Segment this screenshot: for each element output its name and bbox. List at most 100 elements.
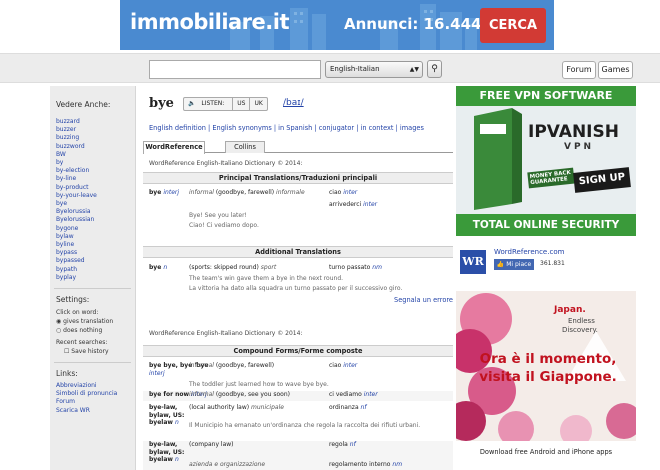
entry-definition: (local authority law) municipale: [189, 404, 284, 411]
entry-translation[interactable]: ciao inter: [329, 362, 357, 370]
immobiliare-banner-ad[interactable]: immobiliare.it Annunci: 16.444 CERCA: [120, 0, 554, 50]
see-also-link[interactable]: bypassed: [56, 257, 135, 265]
forum-button[interactable]: Forum: [562, 61, 596, 79]
see-also-link[interactable]: byplay: [56, 274, 135, 282]
vpn-ad-body: IPVANISH VPN MONEY BACK GUARANTEE SIGN U…: [456, 106, 636, 214]
entry-translation[interactable]: turno passato nm: [329, 264, 382, 272]
see-also-link[interactable]: buzzing: [56, 134, 135, 142]
wordreference-name[interactable]: WordReference.com: [494, 248, 564, 256]
entry-definition: informal (goodbye, farewell) informale: [189, 189, 305, 196]
speaker-icon[interactable]: 🔈 LISTEN:: [184, 98, 234, 110]
translation-row: bye-law, bylaw, US: byelaw n (company la…: [143, 441, 453, 470]
japan-headline-2: visita il Giappone.: [479, 369, 617, 385]
see-also-link[interactable]: bye: [56, 200, 135, 208]
page: immobiliare.it Annunci: 16.444 CERCA Eng…: [0, 0, 660, 470]
example-en: The team's win gave them a bye in the ne…: [189, 275, 344, 282]
listen-controls: 🔈 LISTEN: US UK: [183, 97, 268, 111]
additional-translations-header: Additional Translations: [143, 246, 453, 258]
entry-translation[interactable]: regolamento interno nm: [329, 461, 402, 469]
see-also-link[interactable]: Byelorussian: [56, 216, 135, 224]
compound-forms-header: Compound Forms/Forme composte: [143, 345, 453, 357]
see-also-link[interactable]: by-election: [56, 167, 135, 175]
see-also-link[interactable]: buzzer: [56, 126, 135, 134]
entry-translation[interactable]: ordinanza nf: [329, 404, 366, 412]
headword: bye: [149, 96, 174, 111]
translation-row: bye bye, bye 'bye interj informal (goodby…: [143, 362, 453, 382]
entry-definition: azienda e organizzazione: [189, 461, 266, 468]
dictionary-select-value: English-Italian: [330, 65, 380, 73]
search-input[interactable]: [149, 60, 321, 79]
dictionary-label: WordReference English-Italiano Dictionar…: [149, 160, 303, 167]
listen-label: LISTEN:: [201, 100, 225, 107]
see-also-link[interactable]: by-product: [56, 184, 135, 192]
recent-searches-label: Recent searches:: [56, 339, 108, 347]
dictionary-label: WordReference English-Italiano Dictionar…: [149, 330, 303, 337]
see-also-link[interactable]: bylaw: [56, 233, 135, 241]
see-also-link[interactable]: byline: [56, 241, 135, 249]
vpn-ad-footer: TOTAL ONLINE SECURITY: [456, 214, 636, 236]
select-arrows-icon: ▲▼: [409, 66, 419, 73]
save-history-checkbox[interactable]: ☐ Save history: [64, 347, 135, 356]
like-count: 361.831: [540, 260, 565, 267]
listen-uk-button[interactable]: UK: [250, 98, 266, 110]
cerca-button[interactable]: CERCA: [480, 8, 546, 43]
link-abbreviazioni[interactable]: Abbreviazioni: [56, 382, 135, 390]
link-simboli[interactable]: Simboli di pronuncia: [56, 390, 135, 398]
principal-translations-header: Principal Translations/Traduzioni princi…: [143, 172, 453, 184]
thumbs-up-icon: 👍: [496, 261, 505, 268]
download-apps-text[interactable]: Download free Android and iPhone apps: [456, 448, 636, 456]
listing-count: Annunci: 16.444: [344, 15, 482, 33]
link-forum[interactable]: Forum: [56, 398, 135, 406]
entry-word[interactable]: bye interj: [149, 189, 179, 197]
entry-translation[interactable]: arrivederci inter: [329, 201, 377, 209]
option-gives-translation[interactable]: ◉ gives translation: [56, 317, 135, 326]
like-button[interactable]: 👍 Mi piace: [494, 259, 534, 270]
entry-word[interactable]: bye n: [149, 264, 167, 272]
japan-brand: Japan.: [554, 305, 586, 315]
see-also-link[interactable]: bygone: [56, 225, 135, 233]
option-gives-translation-label: gives translation: [63, 318, 114, 326]
translation-row: bye n (sports: skipped round) sport turn…: [143, 264, 453, 274]
listen-us-button[interactable]: US: [233, 98, 251, 110]
entry-word[interactable]: bye-law, bylaw, US: byelaw n: [149, 441, 189, 464]
entry-word[interactable]: bye-law, bylaw, US: byelaw n: [149, 404, 189, 427]
see-also-link[interactable]: bypass: [56, 249, 135, 257]
example-it: Ciao! Ci vediamo dopo.: [189, 222, 259, 229]
tab-collins[interactable]: Collins: [225, 141, 265, 153]
see-also-link[interactable]: by-line: [56, 175, 135, 183]
entry-definition: informal (goodbye, farewell): [189, 362, 275, 369]
example-en: The toddler just learned how to wave bye…: [189, 381, 329, 388]
japan-tagline-2: Discovery.: [562, 326, 598, 334]
pronunciation-ipa[interactable]: /baɪ/: [283, 98, 304, 108]
japan-tourism-ad[interactable]: Japan. Endless Discovery. Ora è il momen…: [456, 291, 636, 441]
entry-translation[interactable]: ci vediamo inter: [329, 391, 378, 399]
entry-definition: informal (goodbye, see you soon): [189, 391, 290, 398]
tab-wordreference[interactable]: WordReference: [143, 141, 205, 154]
see-also-link[interactable]: by: [56, 159, 135, 167]
see-also-link[interactable]: bypath: [56, 266, 135, 274]
example-it: La vittoria ha dato alla squadra un turn…: [189, 285, 403, 292]
japan-tagline-1: Endless: [568, 317, 595, 325]
see-also-link[interactable]: buzzword: [56, 143, 135, 151]
option-does-nothing-label: does nothing: [63, 327, 103, 335]
left-sidebar: Vedere Anche: buzzard buzzer buzzing buz…: [50, 86, 136, 470]
entry-translation[interactable]: ciao inter: [329, 189, 357, 197]
dictionary-select[interactable]: English-Italian ▲▼: [325, 61, 423, 78]
report-error-link[interactable]: Segnala un errore: [394, 296, 453, 304]
see-also-link[interactable]: Byelorussia: [56, 208, 135, 216]
like-label: Mi piace: [506, 261, 532, 268]
links-title: Links:: [56, 369, 78, 379]
link-scarica[interactable]: Scarica WR: [56, 407, 135, 415]
see-also-link[interactable]: BW: [56, 151, 135, 159]
see-also-link[interactable]: buzzard: [56, 118, 135, 126]
vpn-ad[interactable]: FREE VPN SOFTWARE IPVANISH VPN MONEY BAC…: [456, 86, 636, 236]
see-also-title: Vedere Anche:: [56, 100, 111, 109]
games-button[interactable]: Games: [598, 61, 633, 79]
see-also-link[interactable]: by-your-leave: [56, 192, 135, 200]
entry-translation[interactable]: regola nf: [329, 441, 356, 449]
related-links[interactable]: English definition | English synonyms | …: [149, 124, 424, 132]
vpn-ad-title: FREE VPN SOFTWARE: [456, 86, 636, 106]
option-does-nothing[interactable]: ○ does nothing: [56, 326, 135, 335]
wordreference-logo: WR: [460, 250, 486, 274]
search-button[interactable]: ⚲: [427, 60, 442, 78]
